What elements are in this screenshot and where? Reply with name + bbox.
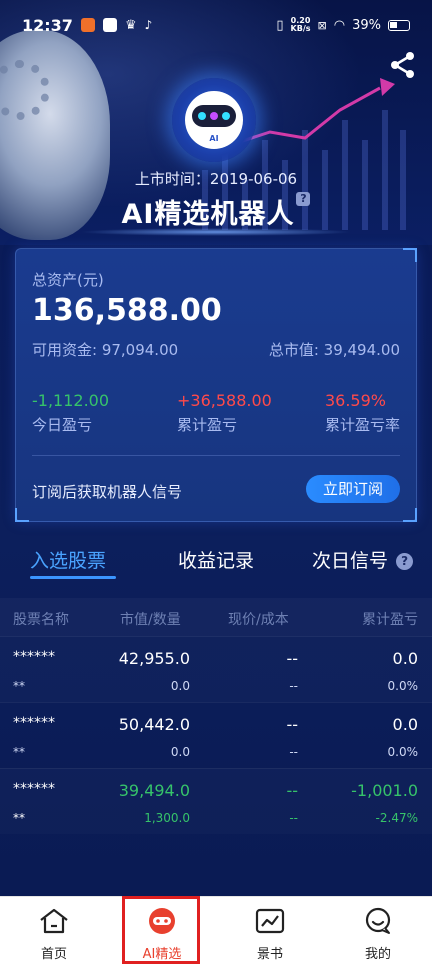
- cumulative-pnl-rate: 0.0%: [387, 745, 419, 759]
- stat-cumulative-pnl: +36,588.00 累计盈亏: [177, 391, 272, 435]
- card-divider: [32, 455, 400, 456]
- net-speed-unit: KB/s: [290, 24, 311, 33]
- nav-label: 我的: [364, 947, 391, 962]
- status-time: 12:37: [22, 15, 73, 35]
- card-corner: [403, 508, 417, 522]
- status-bar: 12:37 ♛ ♪ ▯ 0.20 KB/s ⊠ ◠ 39%: [0, 0, 432, 50]
- column-header: 市值/数量: [120, 612, 181, 628]
- cumulative-pnl-rate: -2.47%: [375, 811, 418, 825]
- robot-title: AI精选机器人: [121, 199, 295, 230]
- wifi-icon: ◠: [333, 17, 346, 33]
- current-price: --: [286, 649, 298, 668]
- card-corner: [15, 508, 29, 522]
- tiktok-icon: ♪: [144, 18, 153, 32]
- stat-label: 累计盈亏率: [324, 416, 400, 434]
- tab-label: 次日信号: [312, 550, 389, 572]
- stock-name: ******: [13, 715, 55, 731]
- profile-chat-icon: [365, 907, 391, 934]
- avatar-label: AI: [209, 134, 219, 143]
- chart-book-icon: [255, 908, 285, 934]
- cost-price: --: [289, 811, 298, 825]
- stock-code: **: [13, 811, 25, 825]
- cost-price: --: [289, 745, 298, 759]
- stock-name: ******: [13, 649, 55, 665]
- current-price: --: [286, 715, 298, 734]
- tab-active-indicator: [30, 576, 116, 579]
- asset-card: 总资产(元) 136,588.00 可用资金: 97,094.00 总市值: 3…: [15, 248, 417, 522]
- table-row[interactable]: ****** ** 39,494.0 1,300.0 -- -- -1,001.…: [0, 768, 432, 834]
- nav-jingshu[interactable]: 景书: [216, 897, 324, 964]
- no-sim-icon: ⊠: [317, 18, 327, 32]
- robot-title-row: AI精选机器人?: [0, 192, 432, 231]
- nav-ai-picks[interactable]: AI精选: [108, 897, 216, 964]
- tab-bar: 入选股票 收益记录 次日信号 ?: [0, 546, 432, 586]
- stat-label: 今日盈亏: [32, 416, 93, 434]
- cost-price: --: [289, 679, 298, 693]
- total-market-value: 总市值: 39,494.00: [268, 341, 400, 359]
- home-icon: [40, 908, 68, 934]
- stat-value: +36,588.00: [177, 391, 272, 410]
- nav-profile[interactable]: 我的: [324, 897, 432, 964]
- stock-code: **: [13, 745, 25, 759]
- total-assets-label: 总资产(元): [32, 271, 104, 289]
- column-header: 现价/成本: [228, 612, 289, 628]
- robot-visor: [192, 105, 236, 127]
- nav-home[interactable]: 首页: [0, 897, 108, 964]
- ai-robot-icon: [149, 908, 175, 934]
- app-screen: AI 上市时间：2019-06-06 AI精选机器人? 12:37 ♛ ♪ ▯ …: [0, 0, 432, 964]
- stock-code: **: [13, 679, 25, 693]
- quantity: 0.0: [170, 679, 190, 693]
- tab-selected-stocks[interactable]: 入选股票: [30, 546, 106, 573]
- tab-next-day-signal[interactable]: 次日信号 ?: [312, 546, 414, 573]
- stat-cumulative-pnl-rate: 36.59% 累计盈亏率: [325, 391, 400, 435]
- bottom-navigation: 首页 AI精选 景书 我的: [0, 896, 432, 964]
- nav-label: 景书: [256, 947, 283, 962]
- market-value: 50,442.0: [118, 715, 190, 734]
- title-glow: [80, 228, 352, 236]
- robot-avatar: AI: [172, 78, 256, 162]
- net-speed: 0.20 KB/s: [291, 17, 311, 33]
- table-header: 股票名称 市值/数量 现价/成本 累计盈亏: [0, 598, 432, 636]
- help-icon[interactable]: ?: [396, 553, 414, 570]
- cumulative-pnl: 0.0: [392, 715, 418, 734]
- cumulative-pnl: 0.0: [392, 649, 418, 668]
- battery-percent: 39%: [352, 17, 381, 33]
- total-assets-value: 136,588.00: [32, 293, 222, 328]
- market-value: 42,955.0: [118, 649, 190, 668]
- help-icon[interactable]: ?: [296, 192, 311, 206]
- tab-profit-records[interactable]: 收益记录: [178, 546, 254, 573]
- quantity: 0.0: [170, 745, 190, 759]
- stat-value: -1,112.00: [32, 391, 110, 410]
- column-header: 累计盈亏: [362, 612, 418, 628]
- crown-icon: ♛: [124, 17, 137, 33]
- card-corner: [403, 248, 417, 262]
- cumulative-pnl-rate: 0.0%: [387, 679, 419, 693]
- vibrate-icon: ▯: [276, 17, 284, 33]
- status-left: 12:37 ♛ ♪: [22, 16, 152, 35]
- market-value: 39,494.0: [118, 781, 190, 800]
- cumulative-pnl: -1,001.0: [351, 781, 418, 800]
- current-price: --: [286, 781, 298, 800]
- notification-app-icon: [80, 18, 95, 32]
- available-funds: 可用资金: 97,094.00: [32, 341, 179, 359]
- nav-label: 首页: [40, 947, 67, 962]
- stock-table: 股票名称 市值/数量 现价/成本 累计盈亏 ****** ** 42,955.0…: [0, 598, 432, 834]
- stat-label: 累计盈亏: [177, 416, 238, 434]
- subscribe-button[interactable]: 立即订阅: [306, 475, 400, 503]
- subscribe-hint: 订阅后获取机器人信号: [32, 483, 183, 501]
- stat-value: 36.59%: [324, 391, 386, 410]
- table-row[interactable]: ****** ** 42,955.0 0.0 -- -- 0.0 0.0%: [0, 636, 432, 702]
- battery-icon: [388, 19, 410, 31]
- status-right: ▯ 0.20 KB/s ⊠ ◠ 39%: [276, 17, 410, 33]
- share-icon[interactable]: [388, 50, 418, 80]
- robot-face-icon: AI: [185, 91, 243, 149]
- column-header: 股票名称: [13, 612, 69, 628]
- quantity: 1,300.0: [144, 811, 190, 825]
- mail-icon: [102, 18, 117, 32]
- stat-today-pnl: -1,112.00 今日盈亏: [32, 391, 109, 435]
- table-row[interactable]: ****** ** 50,442.0 0.0 -- -- 0.0 0.0%: [0, 702, 432, 768]
- stock-name: ******: [13, 781, 55, 797]
- nav-label: AI精选: [142, 947, 182, 962]
- listing-date: 上市时间：2019-06-06: [134, 170, 298, 188]
